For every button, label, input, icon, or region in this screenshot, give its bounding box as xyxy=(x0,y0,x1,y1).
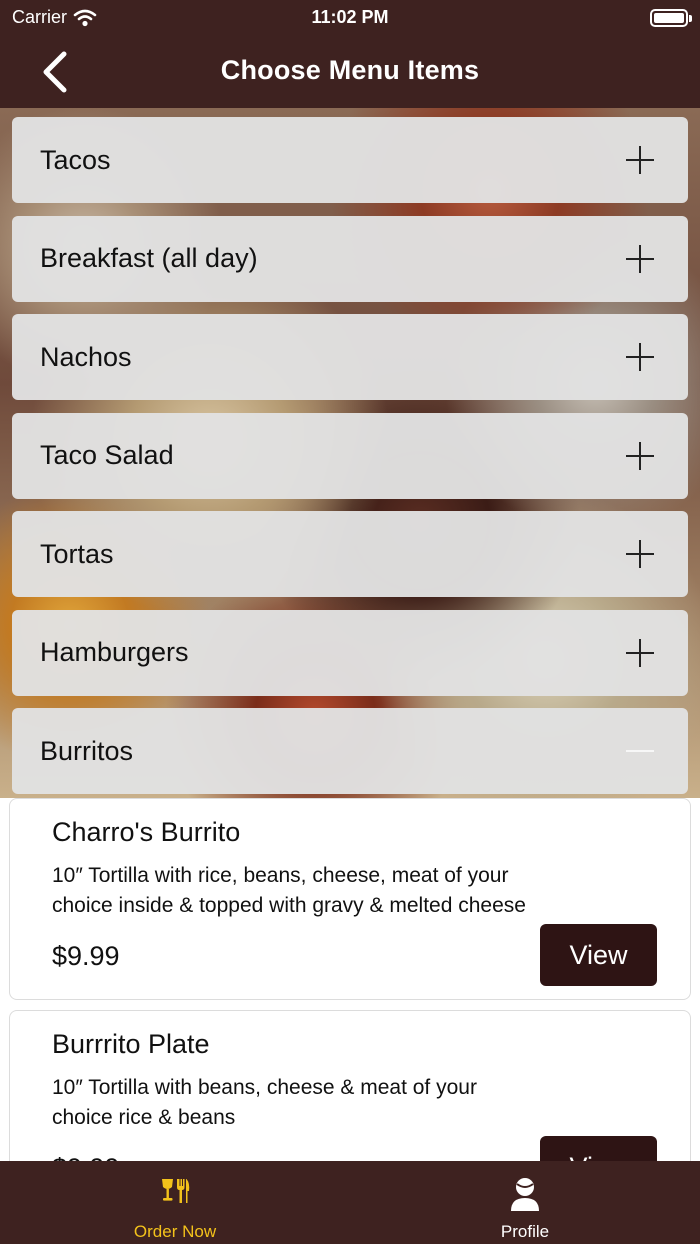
category-tacos[interactable]: Tacos xyxy=(12,117,688,203)
category-hamburgers[interactable]: Hamburgers xyxy=(12,609,688,696)
status-bar: Carrier 11:02 PM xyxy=(0,0,700,36)
menu-item-card: Charro's Burrito 10″ Tortilla with rice,… xyxy=(9,798,691,1000)
plus-icon xyxy=(626,441,654,470)
tab-bar: Order Now Profile xyxy=(0,1161,700,1244)
item-name: Charro's Burrito xyxy=(52,817,241,847)
minus-icon xyxy=(626,737,654,765)
category-taco-salad[interactable]: Taco Salad xyxy=(12,412,688,499)
view-button[interactable]: View xyxy=(540,924,657,986)
clock: 11:02 PM xyxy=(311,7,389,27)
category-label: Taco Salad xyxy=(40,440,174,470)
item-price: $9.99 xyxy=(52,941,120,971)
category-list: Tacos Breakfast (all day) Nachos Taco Sa… xyxy=(12,117,688,807)
category-label: Breakfast (all day) xyxy=(40,243,258,273)
item-description: 10″ Tortilla with rice, beans, cheese, m… xyxy=(52,864,526,917)
category-label: Nachos xyxy=(40,341,132,372)
menu-item-list: Charro's Burrito 10″ Tortilla with rice,… xyxy=(9,798,691,1222)
category-nachos[interactable]: Nachos xyxy=(12,314,688,400)
category-label: Tacos xyxy=(40,144,111,175)
battery-icon xyxy=(650,9,692,27)
category-burritos[interactable]: Burritos xyxy=(12,708,688,794)
item-name: Burrrito Plate xyxy=(52,1029,210,1059)
top-bar: Carrier 11:02 PM Choose Menu Items xyxy=(0,0,700,108)
category-label: Hamburgers xyxy=(40,637,189,667)
tab-label: Profile xyxy=(500,1222,550,1241)
plus-icon xyxy=(626,244,654,273)
category-tortas[interactable]: Tortas xyxy=(12,511,688,597)
plus-icon xyxy=(626,343,654,371)
category-label: Burritos xyxy=(40,735,134,766)
plus-icon xyxy=(626,540,654,568)
category-label: Tortas xyxy=(40,538,114,569)
item-description: 10″ Tortilla with beans, cheese & meat o… xyxy=(52,1076,477,1129)
tab-profile[interactable]: Profile xyxy=(350,1161,700,1244)
utensils-drink-icon xyxy=(162,1179,190,1203)
page-title: Choose Menu Items xyxy=(220,55,480,85)
category-breakfast[interactable]: Breakfast (all day) xyxy=(12,215,688,302)
tab-order-now[interactable]: Order Now xyxy=(0,1161,350,1244)
person-icon xyxy=(511,1178,539,1211)
plus-icon xyxy=(626,146,654,174)
tab-label: Order Now xyxy=(133,1222,217,1241)
plus-icon xyxy=(626,638,654,667)
